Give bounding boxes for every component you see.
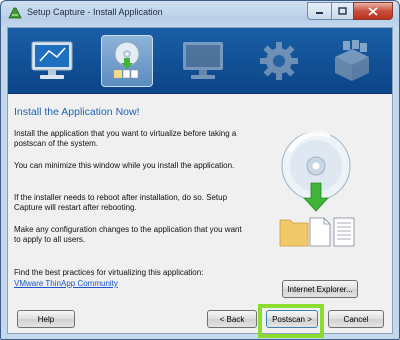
cancel-button[interactable]: Cancel (328, 310, 384, 328)
instruction-reboot: If the installer needs to reboot after i… (14, 193, 228, 212)
monitor-icon (31, 41, 73, 79)
folder-icon (279, 219, 309, 247)
close-button[interactable] (353, 2, 393, 20)
postscan-highlight-frame (258, 304, 324, 338)
window-title: Setup Capture - Install Application (27, 7, 163, 17)
step-install-application (101, 35, 153, 87)
gear-icon (260, 42, 298, 80)
page-heading: Install the Application Now! (14, 106, 140, 118)
install-illustration (279, 130, 355, 247)
maximize-button[interactable] (331, 2, 353, 20)
caption-buttons (307, 2, 393, 20)
minimize-icon (316, 12, 323, 14)
step-build (326, 35, 378, 87)
title-bar[interactable]: Setup Capture - Install Application (1, 1, 399, 25)
text-file-icon (333, 217, 355, 247)
back-button[interactable]: < Back (207, 310, 257, 328)
step-prescan (26, 35, 78, 87)
step-configure (253, 35, 305, 87)
install-disc-icon (114, 41, 140, 79)
maximize-icon (338, 7, 347, 15)
document-icon (309, 217, 331, 247)
best-practices-text: Find the best practices for virtualizing… (14, 268, 204, 277)
instruction-install: Install the application that you want to… (14, 129, 237, 148)
monitor-postscan-icon (183, 42, 223, 79)
setup-capture-window: Setup Capture - Install Application Inst… (0, 0, 400, 340)
help-button[interactable]: Help (17, 310, 75, 328)
internet-explorer-button[interactable]: Internet Explorer... (282, 280, 358, 298)
step-postscan (177, 35, 229, 87)
setup-capture-app-icon (8, 7, 22, 19)
thinapp-community-link[interactable]: VMware ThinApp Community (14, 279, 118, 288)
instruction-minimize: You can minimize this window while you i… (14, 161, 235, 170)
wizard-client-area: Install the Application Now! Install the… (7, 27, 393, 334)
package-icon (335, 40, 369, 81)
close-icon (368, 6, 378, 16)
instruction-configure: Make any configuration changes to the ap… (14, 225, 242, 244)
minimize-button[interactable] (307, 2, 331, 20)
wizard-steps-banner (8, 28, 392, 94)
